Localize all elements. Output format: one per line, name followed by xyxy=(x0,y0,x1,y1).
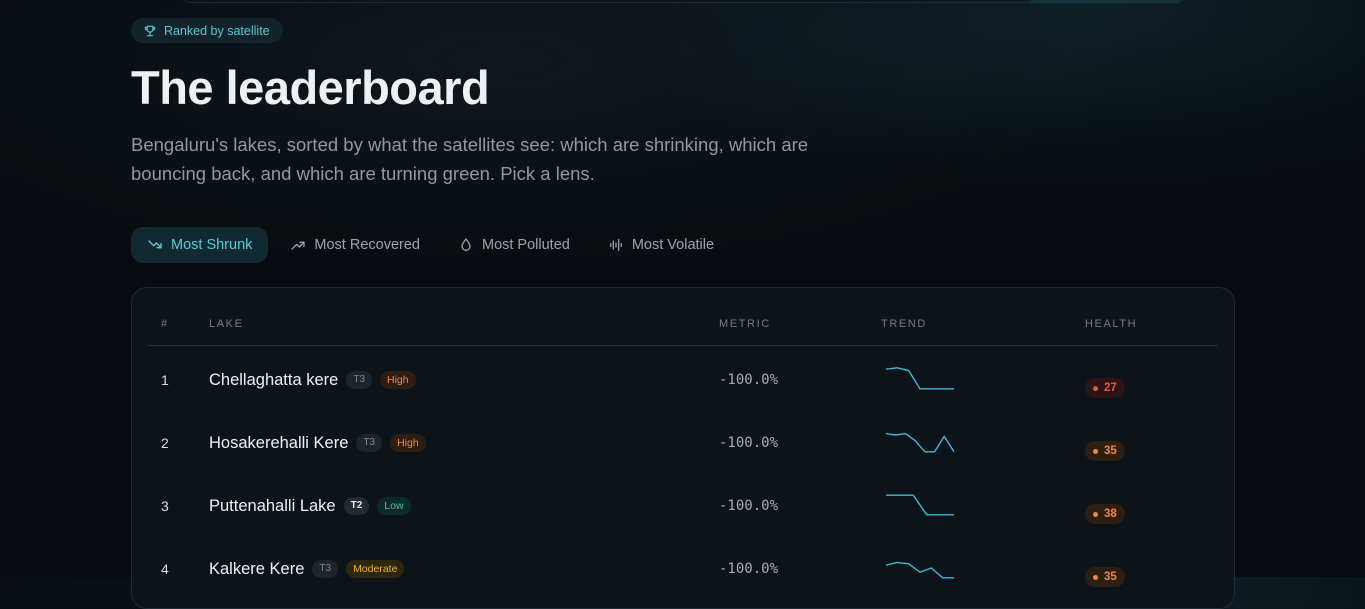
risk-badge: High xyxy=(390,434,426,452)
health-dot xyxy=(1093,574,1098,580)
metric-value: -100.0% xyxy=(719,561,779,577)
trend-sparkline xyxy=(885,367,954,390)
trend-line xyxy=(885,561,954,579)
table-header: # LAKE METRIC TREND HEALTH xyxy=(148,318,1218,346)
metric-value: -100.0% xyxy=(719,435,779,451)
health-score: 38 xyxy=(1104,508,1117,520)
leaderboard-table: # LAKE METRIC TREND HEALTH 1 Chellaghatt… xyxy=(131,287,1235,609)
risk-badge: Moderate xyxy=(346,560,405,578)
table-row[interactable]: 2 Hosakerehalli Kere T3 High -100.0% 35 xyxy=(148,413,1218,473)
health-dot xyxy=(1093,511,1098,517)
health-score: 27 xyxy=(1104,382,1117,394)
trend-line xyxy=(885,432,955,453)
row-rank: 3 xyxy=(161,498,169,514)
tier-badge: T3 xyxy=(356,434,383,452)
tab-most-recovered[interactable]: Most Recovered xyxy=(274,227,436,263)
trophy-icon xyxy=(143,24,157,38)
risk-badge: Low xyxy=(377,497,411,515)
badge-label: Ranked by satellite xyxy=(164,23,270,38)
col-lake: LAKE xyxy=(209,318,244,330)
table-row[interactable]: 1 Chellaghatta kere T3 High -100.0% 27 xyxy=(148,350,1218,410)
lens-tabs: Most Shrunk Most Recovered Most Polluted… xyxy=(131,227,730,263)
tab-label: Most Shrunk xyxy=(171,237,253,253)
health-dot xyxy=(1093,385,1098,391)
tier-badge: T3 xyxy=(312,560,339,578)
trend-sparkline xyxy=(886,494,954,516)
lake-name[interactable]: Kalkere Kere xyxy=(209,560,304,579)
health-badge: 35 xyxy=(1085,441,1125,461)
waveform-icon xyxy=(608,237,624,253)
row-rank: 2 xyxy=(161,435,169,451)
lake-cell: Chellaghatta kere T3 High xyxy=(209,350,416,410)
metric-value: -100.0% xyxy=(719,498,779,514)
col-health: HEALTH xyxy=(1085,318,1138,330)
lake-name[interactable]: Chellaghatta kere xyxy=(209,371,338,390)
table-row[interactable]: 4 Kalkere Kere T3 Moderate -100.0% 35 xyxy=(148,539,1218,599)
trend-line xyxy=(886,494,954,516)
tab-label: Most Recovered xyxy=(314,237,420,253)
health-score: 35 xyxy=(1104,445,1117,457)
health-dot xyxy=(1093,448,1098,454)
col-metric: METRIC xyxy=(719,318,771,330)
col-trend: TREND xyxy=(881,318,927,330)
ranked-badge: Ranked by satellite xyxy=(131,18,283,43)
tab-most-shrunk[interactable]: Most Shrunk xyxy=(131,227,269,263)
tier-badge: T3 xyxy=(346,371,373,389)
trend-line xyxy=(885,367,954,390)
trend-sparkline xyxy=(885,432,955,453)
trend-up-icon xyxy=(290,237,306,253)
tab-most-volatile[interactable]: Most Volatile xyxy=(592,227,730,263)
lake-name[interactable]: Hosakerehalli Kere xyxy=(209,434,348,453)
health-badge: 38 xyxy=(1085,504,1125,524)
table-row[interactable]: 3 Puttenahalli Lake T2 Low -100.0% 38 xyxy=(148,476,1218,536)
lake-cell: Puttenahalli Lake T2 Low xyxy=(209,476,411,536)
lake-cell: Hosakerehalli Kere T3 High xyxy=(209,413,426,473)
row-rank: 4 xyxy=(161,561,169,577)
trend-sparkline xyxy=(885,561,954,579)
col-rank: # xyxy=(161,318,169,330)
tab-label: Most Volatile xyxy=(631,237,715,253)
page-subtitle: Bengaluru's lakes, sorted by what the sa… xyxy=(131,134,809,184)
droplet-icon xyxy=(458,237,474,253)
tier-badge: T2 xyxy=(343,497,370,515)
health-score: 35 xyxy=(1104,571,1117,583)
tab-label: Most Polluted xyxy=(481,237,570,253)
row-rank: 1 xyxy=(161,372,169,388)
lake-cell: Kalkere Kere T3 Moderate xyxy=(209,539,405,599)
trend-down-icon xyxy=(147,237,163,253)
health-badge: 35 xyxy=(1085,567,1125,587)
metric-value: -100.0% xyxy=(719,372,779,388)
health-badge: 27 xyxy=(1085,378,1125,398)
page-title: The leaderboard xyxy=(131,61,490,114)
lake-name[interactable]: Puttenahalli Lake xyxy=(209,497,336,516)
risk-badge: High xyxy=(380,371,416,389)
top-bar-glow xyxy=(1030,0,1180,2)
tab-most-polluted[interactable]: Most Polluted xyxy=(442,227,586,263)
